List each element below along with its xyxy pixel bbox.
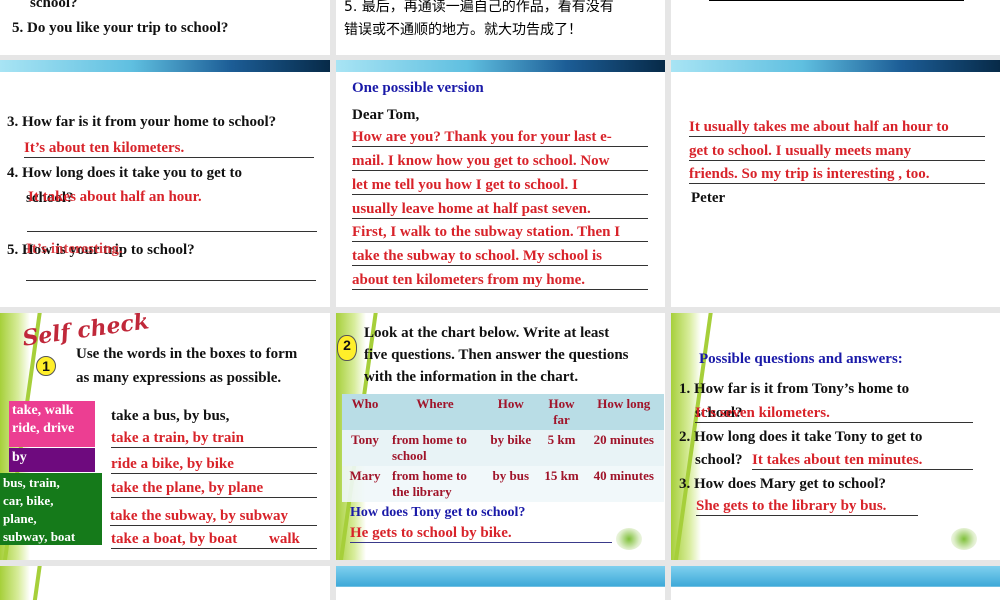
header-bar	[336, 60, 665, 72]
cell: Tony	[351, 432, 379, 447]
expression: take the subway, by subway	[110, 508, 317, 526]
header-bar	[671, 60, 1000, 72]
plant-bulb-icon	[616, 528, 642, 550]
cell: from home to school	[392, 432, 467, 463]
slide-thumbnail[interactable]: 3. How far is it from your home to schoo…	[0, 60, 330, 307]
question-3: 3. How does Mary get to school?	[679, 476, 887, 492]
cell: Mary	[349, 468, 381, 483]
letter-line: How are you? Thank you for your last e-	[352, 129, 648, 147]
cell: 40 minutes	[593, 468, 654, 483]
cell: by bus	[492, 468, 530, 483]
answer-1: It’s seven kilometers.	[695, 405, 973, 423]
answer-3: It’s about ten kilometers.	[24, 140, 314, 158]
answer-line	[27, 218, 317, 232]
instruction: five questions. Then answer the question…	[364, 347, 629, 363]
table-row: Tony from home to school by bike 5 km 20…	[342, 430, 664, 466]
example: take a bus, by bus,	[111, 408, 230, 424]
expression: take the plane, by plane	[111, 480, 317, 498]
question-2-tail: school?	[695, 452, 743, 468]
tip-line-2: 错误或不通顺的地方。就大功告成了！	[344, 22, 582, 38]
question-1: 1. How far is it from Tony’s home to	[679, 381, 910, 397]
letter-line: about ten kilometers from my home.	[352, 272, 648, 290]
expression: ride a bike, by bike	[111, 456, 317, 474]
header-bar	[0, 60, 330, 72]
cell: from home to the library	[392, 468, 467, 499]
instruction: Look at the chart below. Write at least	[364, 325, 610, 341]
number-badge: 2	[337, 335, 357, 361]
expression-extra: walk	[269, 531, 300, 547]
greeting: Dear Tom,	[352, 107, 420, 123]
column-header: How far	[548, 396, 575, 427]
divider	[709, 0, 964, 1]
column-header: Where	[416, 396, 454, 411]
letter-line: take the subway to school. My school is	[352, 248, 648, 266]
cell: by bike	[490, 432, 532, 447]
table-row: Mary from home to the library by bus 15 …	[342, 466, 664, 502]
question-4: 4. How long does it take you to get to	[7, 165, 242, 181]
slide-thumbnail[interactable]: It usually takes me about half an hour t…	[671, 60, 1000, 307]
tip-line-1: 5. 最后，再通读一遍自己的作品，看有没有	[344, 0, 614, 15]
question-2: 2. How long does it take Tony to get to	[679, 429, 923, 445]
cell: 5 km	[547, 432, 576, 447]
letter-line: It usually takes me about half an hour t…	[689, 119, 985, 137]
letter-line: usually leave home at half past seven.	[352, 201, 648, 219]
plant-bulb-icon	[951, 528, 977, 550]
slide-thumbnail[interactable]	[0, 566, 330, 600]
column-header: How	[497, 396, 524, 411]
cartoon-banner	[336, 566, 665, 600]
transport-table: Who Where How How far How long Tony from…	[342, 394, 664, 502]
column-header: Who	[351, 396, 379, 411]
letter-line: mail. I know how you get to school. Now	[352, 153, 648, 171]
slide-thumbnail[interactable]: Possible questions and answers: 1. How f…	[671, 313, 1000, 560]
letter-line: friends. So my trip is interesting , too…	[689, 166, 985, 184]
answer-5: It’s interesting.	[26, 241, 123, 257]
expression: take a train, by train	[111, 430, 317, 448]
letter-line: let me tell you how I get to school. I	[352, 177, 648, 195]
vehicle-box: bus, train, car, bike, plane, subway, boat	[0, 473, 102, 545]
preposition-box: by	[9, 448, 95, 472]
number-badge: 1	[36, 356, 56, 376]
slide-thumbnail[interactable]: One possible version Dear Tom, How are y…	[336, 60, 665, 307]
slide-thumbnail[interactable]: 2 Look at the chart below. Write at leas…	[336, 313, 665, 560]
green-decoration	[0, 566, 30, 600]
answer-line	[26, 267, 316, 281]
instruction: with the information in the chart.	[364, 369, 579, 385]
letter-line: get to school. I usually meets many	[689, 143, 985, 161]
answer-4: It takes about half an hour.	[28, 189, 202, 205]
table-header-row: Who Where How How far How long	[342, 394, 664, 430]
cartoon-banner	[671, 566, 1000, 600]
slide-thumbnail[interactable]	[671, 0, 1000, 55]
slide-thumbnail[interactable]	[336, 566, 665, 600]
heading: One possible version	[352, 80, 484, 96]
instruction: as many expressions as possible.	[76, 370, 282, 386]
answer-2: It takes about ten minutes.	[752, 452, 973, 470]
cell: 15 km	[544, 468, 579, 483]
question-3: 3. How far is it from your home to schoo…	[7, 114, 277, 130]
signature: Peter	[691, 190, 726, 206]
sample-question: How does Tony get to school?	[350, 505, 526, 520]
slide-thumbnail[interactable]: school? 5. Do you like your trip to scho…	[0, 0, 330, 55]
heading: Possible questions and answers:	[699, 351, 903, 367]
answer-3: She gets to the library by bus.	[696, 498, 918, 516]
question-5: 5. Do you like your trip to school?	[12, 20, 229, 36]
verb-box: take, walk ride, drive	[9, 401, 95, 447]
cell: 20 minutes	[593, 432, 654, 447]
slide-thumbnail[interactable]: Self check 1 Use the words in the boxes …	[0, 313, 330, 560]
column-header: How long	[597, 396, 651, 411]
slide-thumbnail[interactable]	[671, 566, 1000, 600]
letter-line: First, I walk to the subway station. The…	[352, 224, 648, 242]
question-tail: school?	[30, 0, 78, 11]
instruction: Use the words in the boxes to form	[76, 346, 298, 362]
sample-answer: He gets to school by bike.	[350, 525, 612, 543]
slide-thumbnail[interactable]: 5. 最后，再通读一遍自己的作品，看有没有 错误或不通顺的地方。就大功告成了！	[336, 0, 665, 55]
